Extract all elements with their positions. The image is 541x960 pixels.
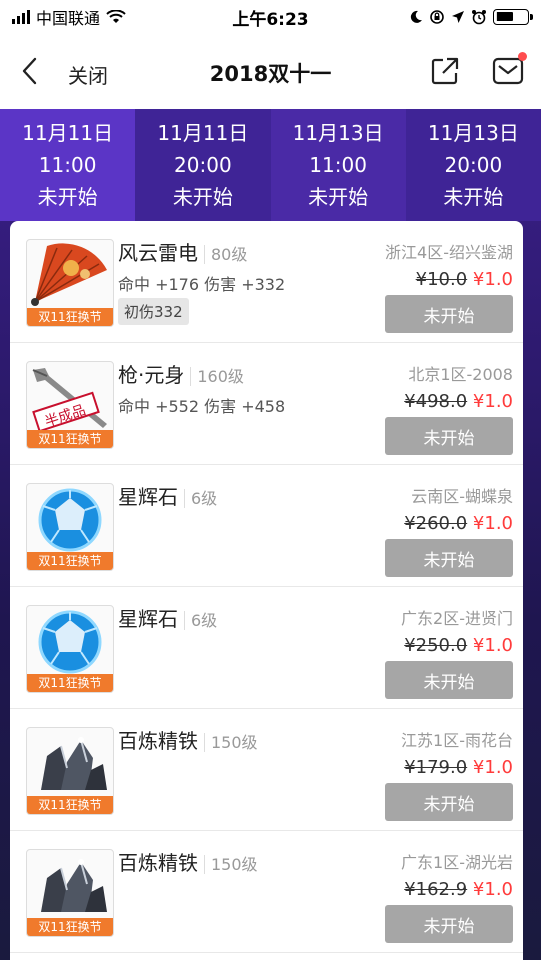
list-item[interactable]: 双11狂换节 星辉石 6级 云南区-蝴蝶泉 ¥260.0 ¥1.0 未开始	[10, 465, 523, 587]
item-name: 星辉石 6级	[118, 607, 218, 631]
status-bar: 中国联通 上午6:23	[0, 0, 541, 34]
tab-session-4[interactable]: 11月13日 20:00 未开始	[405, 109, 541, 221]
blue-gem-icon: 双11狂换节	[26, 605, 114, 693]
back-icon[interactable]	[14, 56, 44, 86]
not-started-button[interactable]: 未开始	[385, 417, 513, 455]
mail-icon[interactable]	[491, 52, 527, 87]
item-name: 百炼精铁 150级	[118, 729, 258, 753]
item-price: ¥10.0 ¥1.0	[416, 269, 513, 290]
tab-status: 未开始	[37, 185, 98, 209]
tab-status: 未开始	[443, 185, 504, 209]
sale-price: ¥1.0	[472, 879, 513, 900]
item-list: 双11狂换节 风云雷电 80级 命中 +176 伤害 +332 初伤332 浙江4…	[10, 221, 523, 960]
item-server: 广东1区-湖光岩	[401, 853, 513, 872]
tab-session-3[interactable]: 11月13日 11:00 未开始	[270, 109, 406, 221]
item-price: ¥498.0 ¥1.0	[404, 391, 513, 412]
item-server: 云南区-蝴蝶泉	[411, 487, 513, 506]
spear-icon: 半成品 双11狂换节	[26, 361, 114, 449]
tab-time: 20:00	[444, 153, 503, 177]
tab-time: 20:00	[174, 153, 232, 177]
item-level: 6级	[184, 611, 218, 630]
alarm-icon	[471, 9, 487, 25]
item-name: 星辉石 6级	[118, 485, 218, 509]
item-level: 160级	[190, 367, 244, 386]
item-price: ¥179.0 ¥1.0	[404, 757, 513, 778]
list-item[interactable]: 双11狂换节 风云雷电 80级 命中 +176 伤害 +332 初伤332 浙江4…	[10, 221, 523, 343]
list-item[interactable]: 双11狂换节 百炼精铁 150级 江苏1区-雨花台 ¥179.0 ¥1.0 未开始	[10, 709, 523, 831]
clock: 上午6:23	[232, 9, 309, 30]
item-server: 广东2区-进贤门	[401, 609, 513, 628]
share-icon[interactable]	[429, 55, 461, 87]
promo-tag: 双11狂换节	[27, 796, 113, 814]
blue-gem-icon: 双11狂换节	[26, 483, 114, 571]
not-started-button[interactable]: 未开始	[385, 539, 513, 577]
tab-session-2[interactable]: 11月11日 20:00 未开始	[135, 109, 271, 221]
original-price: ¥162.9	[404, 879, 468, 900]
promo-tag: 双11狂换节	[27, 552, 113, 570]
item-level: 80级	[204, 245, 248, 264]
item-name: 风云雷电 80级	[118, 241, 248, 265]
tab-status: 未开始	[308, 185, 369, 209]
tab-date: 11月11日	[22, 121, 114, 145]
not-started-button[interactable]: 未开始	[385, 661, 513, 699]
moon-icon	[409, 10, 423, 24]
not-started-button[interactable]: 未开始	[385, 783, 513, 821]
close-button[interactable]: 关闭	[68, 60, 108, 89]
iron-ore-icon: 双11狂换节	[26, 849, 114, 937]
notification-dot	[518, 52, 527, 61]
tab-time: 11:00	[38, 153, 97, 177]
item-price: ¥250.0 ¥1.0	[404, 635, 513, 656]
tab-status: 未开始	[172, 185, 233, 209]
carrier-label: 中国联通	[36, 9, 101, 28]
list-item[interactable]: 双11狂换节 百炼精铁 150级 广东1区-湖光岩 ¥162.9 ¥1.0 未开始	[10, 831, 523, 953]
tab-date: 11月13日	[427, 121, 519, 145]
location-icon	[451, 10, 465, 24]
tab-date: 11月11日	[157, 121, 249, 145]
tab-time: 11:00	[309, 153, 367, 177]
promo-tag: 双11狂换节	[27, 430, 113, 448]
iron-ore-icon: 双11狂换节	[26, 727, 114, 815]
tab-session-1[interactable]: 11月11日 11:00 未开始	[0, 109, 136, 233]
promo-tag: 双11狂换节	[27, 674, 113, 692]
session-tabs: 11月11日 11:00 未开始 11月11日 20:00 未开始 11月13日…	[0, 109, 541, 233]
item-name: 枪·元身 160级	[118, 363, 244, 387]
item-server: 江苏1区-雨花台	[401, 731, 513, 750]
original-price: ¥10.0	[415, 269, 468, 290]
original-price: ¥179.0	[404, 757, 468, 778]
promo-tag: 双11狂换节	[27, 918, 113, 936]
original-price: ¥260.0	[404, 513, 468, 534]
item-stats: 命中 +176 伤害 +332	[118, 275, 286, 294]
sale-price: ¥1.0	[472, 757, 513, 778]
original-price: ¥498.0	[404, 391, 468, 412]
list-item[interactable]: 半成品 双11狂换节 枪·元身 160级 命中 +552 伤害 +458 北京1区…	[10, 343, 523, 465]
nav-bar: 关闭 2018双十一	[0, 34, 541, 110]
item-price: ¥260.0 ¥1.0	[404, 513, 513, 534]
sale-price: ¥1.0	[472, 269, 513, 290]
item-badge: 初伤332	[118, 298, 189, 325]
not-started-button[interactable]: 未开始	[385, 905, 513, 943]
signal-icon	[12, 10, 30, 24]
fan-icon: 双11狂换节	[26, 239, 114, 327]
sale-price: ¥1.0	[472, 513, 513, 534]
item-level: 150级	[204, 733, 258, 752]
item-server: 北京1区-2008	[408, 365, 513, 384]
sale-price: ¥1.0	[472, 391, 513, 412]
tab-date: 11月13日	[292, 121, 384, 145]
item-server: 浙江4区-绍兴鉴湖	[385, 243, 513, 262]
original-price: ¥250.0	[404, 635, 468, 656]
battery-icon	[493, 9, 533, 25]
item-level: 150级	[204, 855, 258, 874]
item-stats: 命中 +552 伤害 +458	[118, 397, 286, 416]
rotation-lock-icon	[429, 9, 445, 25]
sale-price: ¥1.0	[472, 635, 513, 656]
promo-tag: 双11狂换节	[27, 308, 113, 326]
item-name: 百炼精铁 150级	[118, 851, 258, 875]
item-price: ¥162.9 ¥1.0	[404, 879, 513, 900]
item-level: 6级	[184, 489, 218, 508]
not-started-button[interactable]: 未开始	[385, 295, 513, 333]
list-item[interactable]: 双11狂换节 星辉石 6级 广东2区-进贤门 ¥250.0 ¥1.0 未开始	[10, 587, 523, 709]
wifi-icon	[106, 10, 126, 24]
